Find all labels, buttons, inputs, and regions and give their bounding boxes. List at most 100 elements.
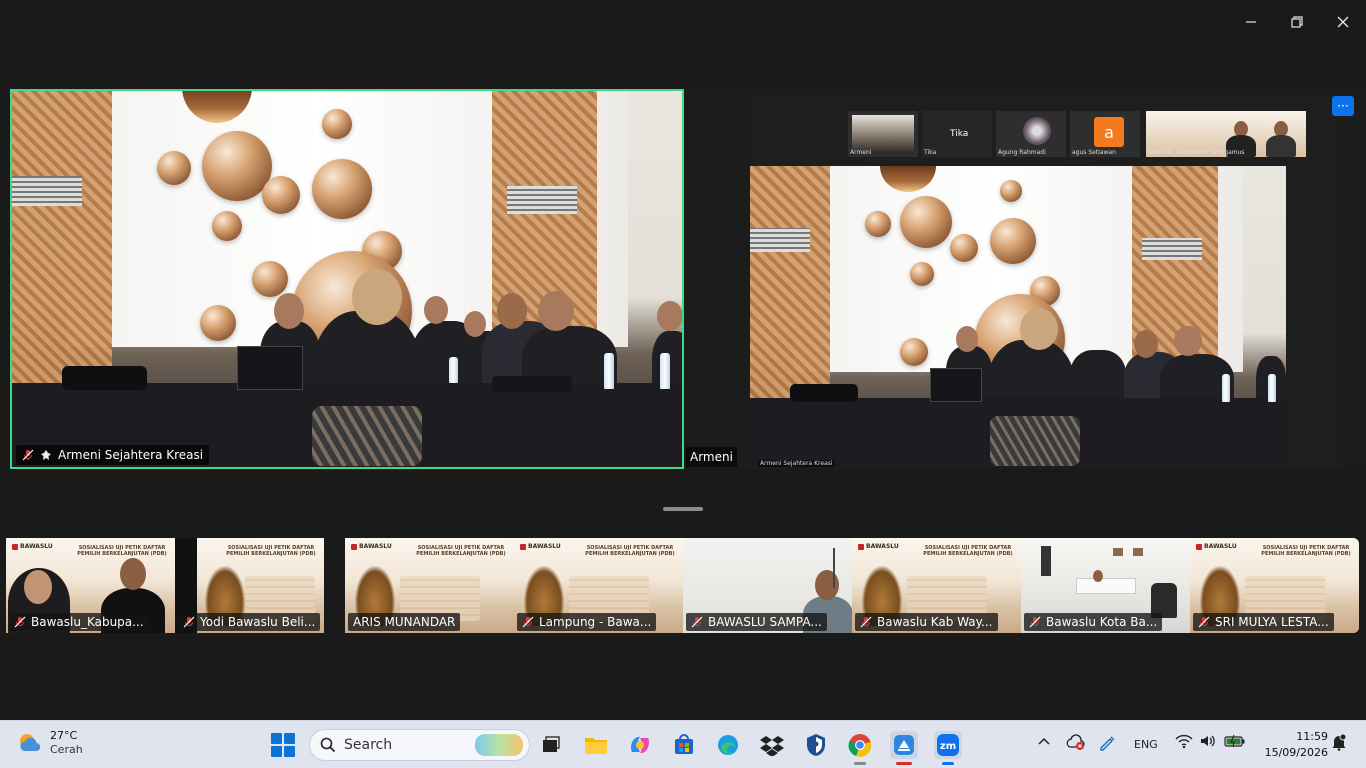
participant-tile[interactable]: Bawaslu Kota Ba... — [1021, 538, 1190, 633]
taskbar-search[interactable]: Search — [309, 729, 530, 761]
chrome-browser-button[interactable] — [846, 731, 874, 765]
search-icon — [320, 737, 336, 753]
shared-thumbnail: a agus Setiawan — [1070, 111, 1140, 157]
notification-button[interactable] — [1331, 733, 1347, 754]
participant-name: Yodi Bawaslu Beli... — [200, 615, 316, 629]
store-icon — [675, 734, 693, 754]
minimize-icon — [1246, 21, 1256, 23]
laptop — [237, 346, 303, 390]
participant-tile[interactable]: BAWASLU SOSIALISASI UJI PETIK DAFTAR PEM… — [1190, 538, 1359, 633]
clock-date: 15/09/2026 — [1264, 746, 1328, 759]
resize-handle[interactable] — [663, 507, 703, 511]
minimize-button[interactable] — [1236, 8, 1266, 36]
clock-time: 11:59 — [1296, 730, 1328, 743]
zoom-meeting-window: Armeni Sejahtera Kreasi Armeni Tika Tika… — [0, 0, 1366, 720]
copilot-icon — [630, 736, 650, 754]
participant-name: Armeni — [690, 450, 733, 464]
video-feed — [12, 91, 682, 467]
mic-muted-icon — [860, 616, 872, 628]
security-app-button[interactable] — [802, 731, 830, 759]
participant-name: Armeni Sejahtera Kreasi — [58, 448, 204, 462]
participant-label: Bawaslu Kab Way... — [855, 613, 998, 631]
participant-strip: BAWASLU SOSIALISASI UJI PETIK DAFTAR PEM… — [6, 538, 1359, 633]
mic-muted-icon — [1029, 616, 1041, 628]
participant-name: Lampung - Bawa... — [539, 615, 652, 629]
folder-icon — [585, 738, 607, 754]
shared-screen: Armeni Tika Tika Agung Rahmadi a agus Se… — [750, 89, 1338, 469]
shield-icon — [807, 734, 825, 756]
search-highlight-icon — [475, 734, 523, 756]
participant-name-tag: Armeni — [686, 447, 737, 467]
dropbox-button[interactable] — [758, 731, 786, 759]
edge-browser-button[interactable] — [714, 731, 742, 759]
participant-label: Bawaslu Kota Ba... — [1024, 613, 1163, 631]
chevron-up-icon — [1038, 737, 1050, 745]
shared-thumbnail-row: Armeni Tika Tika Agung Rahmadi a agus Se… — [840, 111, 1326, 159]
shared-video-feed: Armeni Sejahtera Kreasi — [750, 166, 1286, 469]
restore-button[interactable] — [1282, 8, 1312, 36]
system-clock[interactable]: 11:59 15/09/2026 — [1256, 729, 1328, 761]
spotlight-pin-icon — [41, 450, 51, 460]
file-explorer-button[interactable] — [582, 731, 610, 759]
close-button[interactable] — [1328, 8, 1358, 36]
zoom-icon: zm — [937, 734, 959, 756]
task-view-button[interactable] — [537, 731, 565, 759]
app-icon — [894, 735, 914, 755]
mic-muted-icon — [691, 616, 703, 628]
show-hidden-icons-button[interactable] — [1037, 735, 1051, 752]
participant-name: Bawaslu_Kabupa... — [31, 615, 144, 629]
pen-ink-button[interactable] — [1098, 733, 1118, 754]
avatar: a — [1094, 117, 1124, 147]
shared-thumbnail: Armeni — [848, 111, 918, 157]
microsoft-store-button[interactable] — [670, 731, 698, 759]
participant-tile[interactable]: BAWASLU SAMPA... — [683, 538, 852, 633]
participant-tile[interactable]: BAWASLU SOSIALISASI UJI PETIK DAFTAR PEM… — [6, 538, 175, 633]
participant-label: Bawaslu_Kabupa... — [9, 613, 149, 631]
participant-label: Yodi Bawaslu Beli... — [178, 613, 321, 631]
dropbox-icon — [760, 736, 784, 756]
pen-icon — [1100, 736, 1115, 751]
volume-button[interactable] — [1199, 733, 1217, 752]
zoom-app-button[interactable]: zm — [934, 731, 962, 765]
speaker-icon — [1201, 735, 1215, 747]
windows-logo-icon — [271, 733, 282, 744]
battery-charging-icon — [1224, 734, 1245, 748]
main-video-tile-right[interactable]: Armeni Tika Tika Agung Rahmadi a agus Se… — [684, 89, 1366, 469]
start-button[interactable] — [271, 733, 295, 757]
participant-name: Bawaslu Kota Ba... — [1046, 615, 1158, 629]
input-language-button[interactable]: ENG — [1134, 738, 1158, 751]
shared-name-tag: Armeni Sejahtera Kreasi — [758, 460, 835, 467]
app-button-active[interactable] — [890, 731, 918, 765]
mic-muted-icon — [1198, 616, 1210, 628]
participant-tile[interactable]: BAWASLU SOSIALISASI UJI PETIK DAFTAR PEM… — [514, 538, 683, 633]
onedrive-status-button[interactable] — [1066, 733, 1086, 754]
weather-widget[interactable]: 27°C Cerah — [16, 729, 83, 757]
edge-icon — [718, 735, 738, 755]
restore-icon — [1291, 16, 1303, 28]
participant-tile[interactable]: SOSIALISASI UJI PETIK DAFTAR PEMILIH BER… — [175, 538, 324, 633]
participant-tile[interactable]: BAWASLU SOSIALISASI UJI PETIK DAFTAR PEM… — [852, 538, 1021, 633]
bell-notification-icon — [1332, 733, 1347, 751]
participant-tile[interactable]: BAWASLU SOSIALISASI UJI PETIK DAFTAR PEM… — [345, 538, 514, 633]
wifi-icon — [1175, 734, 1193, 749]
copilot-button[interactable] — [626, 731, 654, 759]
more-options-button[interactable]: ··· — [1332, 96, 1354, 116]
battery-button[interactable] — [1224, 734, 1246, 751]
weather-partly-cloudy-icon — [20, 734, 41, 752]
search-placeholder: Search — [344, 737, 393, 753]
shared-thumbnail: Agung Rahmadi — [996, 111, 1066, 157]
mic-muted-icon — [22, 449, 34, 461]
chrome-icon — [848, 734, 872, 757]
task-view-icon — [543, 736, 560, 752]
more-icon: ··· — [1337, 99, 1349, 113]
wifi-button[interactable] — [1175, 733, 1193, 752]
main-video-tile-left[interactable]: Armeni Sejahtera Kreasi — [10, 89, 684, 469]
participant-name: SRI MULYA LESTA... — [1215, 615, 1329, 629]
cloud-error-icon — [1066, 734, 1085, 750]
participant-name-tag: Armeni Sejahtera Kreasi — [16, 445, 210, 465]
close-icon — [1337, 16, 1349, 28]
participant-label: Lampung - Bawa... — [517, 613, 657, 631]
mic-muted-icon — [183, 616, 195, 628]
svg-text:zm: zm — [940, 741, 956, 752]
weather-condition: Cerah — [50, 743, 83, 756]
